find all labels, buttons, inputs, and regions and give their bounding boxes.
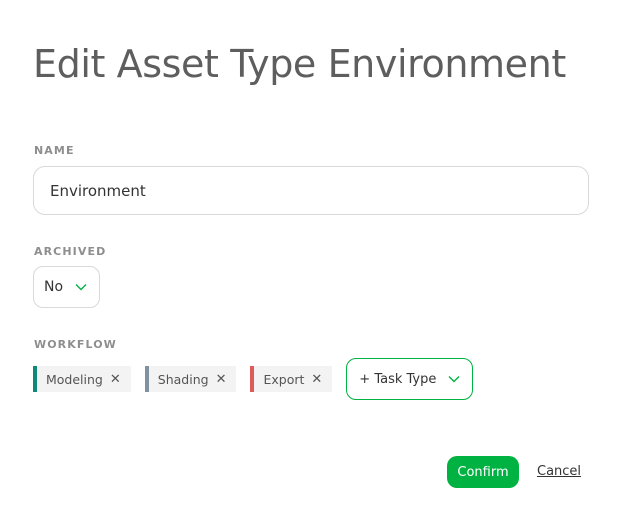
close-icon[interactable]: ✕ bbox=[216, 373, 227, 386]
workflow-tag-label: Export bbox=[263, 371, 305, 387]
add-task-type-label: + Task Type bbox=[359, 371, 437, 387]
archived-select[interactable]: No bbox=[33, 266, 100, 308]
workflow-tag-label: Modeling bbox=[46, 371, 103, 387]
cancel-link[interactable]: Cancel bbox=[537, 463, 581, 481]
add-task-type-select[interactable]: + Task Type bbox=[346, 358, 474, 400]
close-icon[interactable]: ✕ bbox=[311, 373, 322, 386]
modal-title: Edit Asset Type Environment bbox=[33, 42, 566, 86]
workflow-label: WORKFLOW bbox=[34, 338, 117, 351]
chevron-down-icon bbox=[448, 376, 460, 383]
edit-asset-type-modal: Edit Asset Type Environment NAME ARCHIVE… bbox=[0, 0, 629, 527]
workflow-tag-shading: Shading ✕ bbox=[144, 366, 237, 392]
close-icon[interactable]: ✕ bbox=[110, 373, 121, 386]
confirm-button[interactable]: Confirm bbox=[447, 456, 519, 488]
workflow-tag-modeling: Modeling ✕ bbox=[33, 366, 131, 392]
name-input[interactable] bbox=[33, 166, 589, 215]
archived-label: ARCHIVED bbox=[34, 245, 107, 258]
workflow-tag-label: Shading bbox=[157, 371, 209, 387]
workflow-tags: Modeling ✕ Shading ✕ Export ✕ + Task Typ… bbox=[33, 358, 474, 400]
name-label: NAME bbox=[34, 144, 75, 157]
workflow-tag-export: Export ✕ bbox=[250, 366, 333, 392]
chevron-down-icon bbox=[75, 284, 87, 291]
archived-select-value: No bbox=[44, 279, 64, 295]
